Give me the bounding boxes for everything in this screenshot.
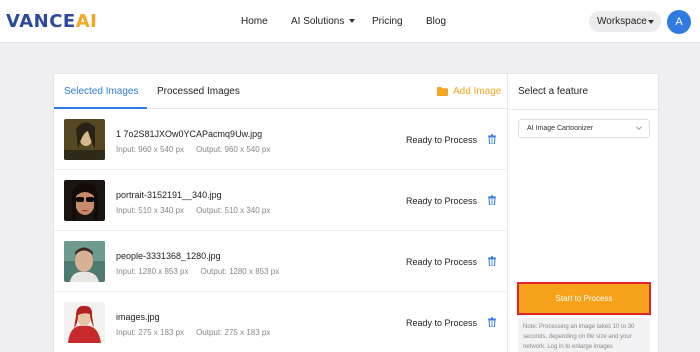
input-size: Input: 960 x 540 px: [116, 145, 185, 154]
add-image-label: Add Image: [453, 86, 502, 97]
workspace-label: Workspace: [597, 16, 647, 27]
image-row: people-3331368_1280.jpg Input: 1280 x 85…: [54, 231, 508, 292]
status-text: Ready to Process: [406, 135, 478, 145]
vanceai-logo[interactable]: VANCEAI: [6, 11, 97, 33]
feature-select-value: AI Image Cartoonizer: [527, 125, 594, 132]
output-size: Output: 960 x 540 px: [196, 145, 271, 154]
image-row: images.jpg Input: 275 x 183 px Output: 27…: [54, 292, 508, 352]
top-navigation-bar: VANCEAI Home AI Solutions Pricing Blog W…: [0, 0, 700, 43]
trash-icon[interactable]: [488, 256, 496, 266]
input-size: Input: 275 x 183 px: [116, 328, 185, 337]
image-filename: 1 7o2S81JXOw0YCAPacmq9Uw.jpg: [116, 129, 263, 139]
image-filename: people-3331368_1280.jpg: [116, 251, 221, 261]
nav-home[interactable]: Home: [241, 15, 268, 28]
trash-icon[interactable]: [488, 134, 496, 144]
image-thumbnail: [64, 119, 105, 160]
input-size: Input: 510 x 340 px: [116, 206, 185, 215]
chevron-down-icon: [648, 20, 654, 24]
nav-pricing[interactable]: Pricing: [372, 15, 403, 28]
output-size: Output: 1280 x 853 px: [200, 267, 280, 276]
workspace-dropdown[interactable]: Workspace: [589, 11, 661, 32]
image-thumbnail: [64, 302, 105, 343]
feature-select[interactable]: AI Image Cartoonizer: [518, 119, 650, 138]
chevron-down-icon: [349, 19, 356, 24]
feature-title: Select a feature: [518, 86, 589, 97]
trash-icon[interactable]: [488, 317, 496, 327]
status-text: Ready to Process: [406, 257, 478, 267]
chevron-down-icon: [636, 126, 642, 131]
image-row: portrait-3152191__340.jpg Input: 510 x 3…: [54, 170, 508, 231]
start-to-process-button[interactable]: Start to Process: [517, 282, 651, 315]
image-tabs: Selected Images Processed Images Add Ima…: [54, 74, 508, 109]
feature-column: Select a feature AI Image Cartoonizer St…: [508, 74, 660, 352]
trash-icon[interactable]: [488, 195, 496, 205]
image-row: 1 7o2S81JXOw0YCAPacmq9Uw.jpg Input: 960 …: [54, 109, 508, 170]
nav-ai-solutions[interactable]: AI Solutions: [291, 15, 356, 28]
add-image-button[interactable]: Add Image: [437, 86, 501, 98]
logo-text-ai: AI: [75, 11, 98, 32]
folder-icon: [437, 87, 448, 96]
image-dimensions: Input: 275 x 183 px Output: 275 x 183 px: [116, 328, 270, 338]
image-filename: portrait-3152191__340.jpg: [116, 190, 222, 200]
logo-text-vance: VANCE: [6, 11, 76, 32]
image-processing-panel: Selected Images Processed Images Add Ima…: [53, 73, 660, 352]
status-text: Ready to Process: [406, 318, 478, 328]
processing-note: Note: Processing an image takes 10 to 30…: [518, 318, 650, 352]
nav-ai-solutions-label: AI Solutions: [291, 16, 345, 27]
tab-processed-images[interactable]: Processed Images: [157, 86, 240, 98]
output-size: Output: 510 x 340 px: [196, 206, 271, 215]
status-text: Ready to Process: [406, 196, 478, 206]
image-thumbnail: [64, 180, 105, 221]
divider: [508, 109, 660, 110]
image-thumbnail: [64, 241, 105, 282]
image-dimensions: Input: 510 x 340 px Output: 510 x 340 px: [116, 206, 270, 216]
image-dimensions: Input: 1280 x 853 px Output: 1280 x 853 p…: [116, 267, 279, 277]
nav-blog[interactable]: Blog: [426, 15, 446, 28]
user-avatar[interactable]: A: [667, 10, 691, 34]
tab-selected-images[interactable]: Selected Images: [64, 86, 139, 98]
image-list-column: Selected Images Processed Images Add Ima…: [54, 74, 508, 352]
image-dimensions: Input: 960 x 540 px Output: 960 x 540 px: [116, 145, 270, 155]
input-size: Input: 1280 x 853 px: [116, 267, 189, 276]
output-size: Output: 275 x 183 px: [196, 328, 271, 337]
image-filename: images.jpg: [116, 312, 160, 322]
